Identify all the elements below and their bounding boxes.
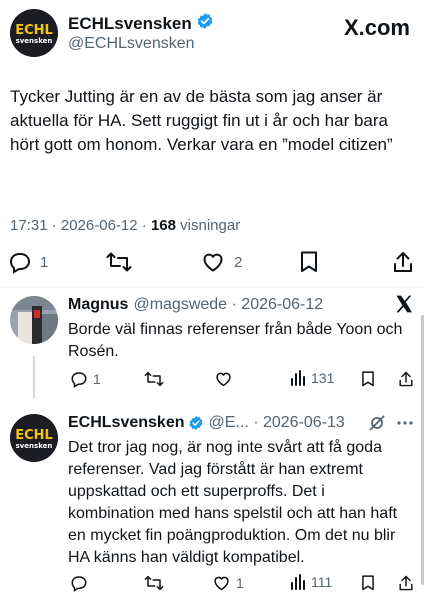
view-count: 168 [150, 217, 176, 234]
avatar-logo-top: ECHL [15, 23, 53, 38]
verified-badge-icon [196, 12, 214, 35]
avatar-logo-top: ECHL [15, 428, 53, 443]
avatar[interactable]: ECHL svensken [10, 414, 58, 462]
more-icon[interactable] [396, 414, 414, 437]
like-button[interactable]: 2 [200, 250, 242, 274]
retweet-icon [106, 252, 132, 272]
reply-author-name[interactable]: ECHLsvensken [68, 414, 185, 432]
bookmark-icon [362, 371, 374, 387]
avatar[interactable] [10, 296, 58, 344]
retweet-button[interactable] [144, 370, 164, 388]
verified-badge-icon [188, 415, 204, 431]
avatar-logo-bottom: svensken [16, 37, 53, 45]
site-brand-text: X.com [343, 15, 410, 40]
retweet-icon [144, 575, 164, 591]
reply-text: Det tror jag nog, är nog inte svårt att … [68, 439, 398, 566]
like-icon [214, 576, 229, 591]
share-button[interactable] [392, 250, 414, 274]
views-button[interactable]: 111 [290, 574, 332, 590]
reply-header: ECHLsvensken @E... · 2026-06-13 [68, 414, 345, 432]
views-count: 111 [311, 574, 333, 590]
tweet-time[interactable]: 17:31 [10, 217, 48, 234]
bookmark-button[interactable] [360, 370, 376, 388]
reply-icon [9, 253, 31, 274]
reply-button[interactable] [70, 574, 88, 592]
reply-actions: 1 131 [68, 370, 416, 390]
reply-text: Borde väl finnas referenser från både Yo… [68, 321, 403, 360]
avatar[interactable]: ECHL svensken [10, 9, 58, 57]
grok-icon[interactable] [368, 414, 386, 437]
reply-button[interactable]: 1 [8, 250, 48, 274]
like-icon [216, 372, 231, 387]
meta-separator: · [141, 217, 147, 234]
views-icon [291, 370, 305, 386]
tweet-meta: 17:31 · 2026-06-12 · 168 visningar [10, 217, 240, 234]
reply-actions: 1 111 [68, 574, 416, 594]
like-button[interactable]: 1 [212, 574, 244, 592]
bookmark-button[interactable] [298, 250, 320, 274]
author-handle[interactable]: @ECHLsvensken [68, 35, 195, 53]
divider [0, 287, 426, 288]
retweet-button[interactable] [144, 574, 164, 592]
reply-count: 1 [40, 253, 49, 271]
like-count: 1 [236, 575, 244, 591]
author-name-row[interactable]: ECHLsvensken [68, 12, 214, 35]
site-brand: X.com [344, 15, 410, 41]
retweet-button[interactable] [106, 250, 132, 274]
like-button[interactable] [214, 370, 233, 388]
reply-handle-date[interactable]: @E... · 2026-06-13 [209, 414, 345, 432]
reply-header: Magnus @magswede · 2026-06-12 [68, 296, 323, 314]
views-count: 131 [311, 370, 335, 386]
views-button[interactable]: 131 [290, 370, 334, 386]
bookmark-icon [301, 251, 317, 272]
meta-separator: · [51, 217, 57, 234]
reply-icon [71, 372, 87, 388]
bookmark-icon [362, 575, 374, 591]
bookmark-button[interactable] [360, 574, 376, 592]
share-icon [399, 371, 413, 387]
tweet-date[interactable]: 2026-06-12 [61, 217, 138, 234]
scrollbar[interactable] [421, 315, 424, 585]
share-button[interactable] [398, 574, 414, 592]
like-icon [203, 253, 223, 272]
reply-icon [71, 576, 87, 592]
reply-button[interactable]: 1 [70, 370, 101, 388]
author-name[interactable]: ECHLsvensken [68, 14, 192, 34]
reply-count: 1 [93, 371, 101, 387]
share-icon [394, 252, 412, 272]
avatar-logo-bottom: svensken [16, 442, 53, 450]
like-count: 2 [234, 253, 243, 271]
tweet-header: ECHL svensken ECHLsvensken @ECHLsvensken… [10, 9, 416, 59]
reply-handle-date[interactable]: @magswede · 2026-06-12 [133, 296, 323, 314]
reply-author-name[interactable]: Magnus [68, 296, 128, 314]
view-label: visningar [180, 217, 241, 234]
share-icon [399, 575, 413, 591]
share-button[interactable] [398, 370, 414, 388]
tweet-actions: 1 2 [8, 250, 418, 276]
tweet-text: Tycker Jutting är en av de bästa som jag… [10, 87, 393, 154]
x-logo-icon[interactable] [394, 294, 414, 320]
thread-connector [33, 356, 35, 398]
views-icon [291, 574, 305, 590]
retweet-icon [144, 371, 164, 387]
